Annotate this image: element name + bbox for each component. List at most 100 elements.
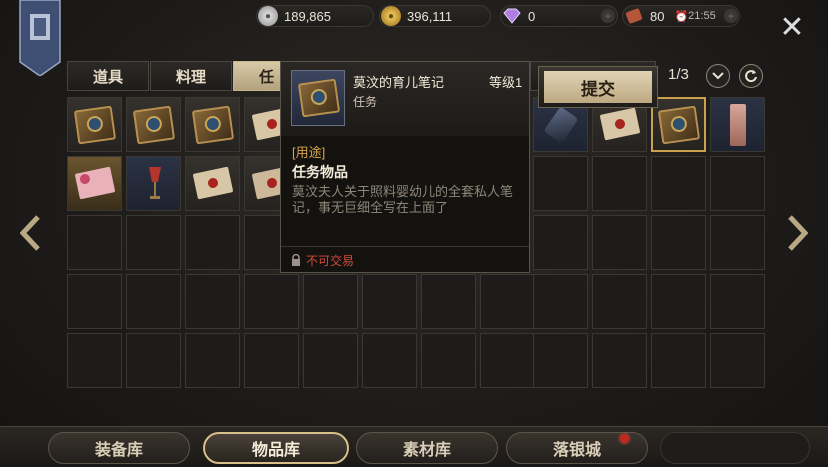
inventory-slot[interactable]	[480, 274, 535, 329]
tab-label: 道具	[92, 68, 123, 86]
bottom-tab-label: 素材库	[402, 442, 451, 459]
lock-icon	[292, 254, 300, 266]
inventory-slot[interactable]	[362, 333, 417, 388]
inventory-slot-selected[interactable]	[651, 97, 706, 152]
close-icon[interactable]: ✕	[778, 13, 806, 43]
item-type: 任务	[353, 95, 378, 109]
inventory-slot[interactable]	[533, 333, 588, 388]
bottom-tab-label: 物品库	[251, 442, 300, 459]
item-description: 莫汶夫人关于照料婴幼儿的全套私人笔记，事无巨细全写在上面了	[292, 184, 514, 215]
item-book-icon	[291, 70, 345, 126]
expand-button[interactable]	[706, 64, 730, 88]
item-name: 莫汶的育儿笔记	[353, 75, 445, 90]
book-icon	[73, 105, 117, 145]
inventory-slot[interactable]	[244, 333, 299, 388]
ticket-icon	[624, 6, 644, 26]
inventory-slot[interactable]	[67, 215, 122, 270]
inventory-slot[interactable]	[592, 333, 647, 388]
inventory-slot[interactable]	[421, 333, 476, 388]
inventory-slot[interactable]	[651, 215, 706, 270]
inventory-slot[interactable]	[710, 97, 765, 152]
love-letter-icon	[74, 166, 116, 200]
inventory-slot[interactable]	[533, 156, 588, 211]
inventory-slot[interactable]	[303, 274, 358, 329]
arrow-left-icon[interactable]	[20, 215, 40, 251]
sealed-letter-icon	[599, 107, 641, 141]
item-tooltip: 莫汶的育儿笔记 等级1 任务 [用途] 任务物品 莫汶夫人关于照料婴幼儿的全套私…	[280, 61, 530, 273]
inventory-slot[interactable]	[185, 215, 240, 270]
tab-cooking[interactable]: 料理	[150, 61, 232, 91]
inventory-slot[interactable]	[480, 333, 535, 388]
bottom-tab-placeholder	[660, 432, 810, 464]
tooltip-footer: 不可交易	[281, 246, 529, 273]
timer-value: 21:55	[688, 10, 716, 22]
inventory-slot[interactable]	[67, 97, 122, 152]
inventory-slot[interactable]	[126, 156, 181, 211]
inventory-slot[interactable]	[592, 156, 647, 211]
inventory-slot[interactable]	[421, 274, 476, 329]
tab-props[interactable]: 道具	[67, 61, 149, 91]
inventory-slot[interactable]	[185, 97, 240, 152]
page-indicator: 1/3	[668, 66, 689, 83]
submit-button[interactable]: 提交	[544, 71, 652, 103]
inventory-slot[interactable]	[710, 215, 765, 270]
book-icon	[132, 105, 176, 145]
vial-icon	[543, 106, 579, 144]
arrow-right-icon[interactable]	[788, 215, 808, 251]
inventory-slot[interactable]	[651, 333, 706, 388]
inventory-slot[interactable]	[651, 274, 706, 329]
gold-value: 396,111	[407, 8, 453, 24]
untradeable-label: 不可交易	[306, 254, 355, 268]
tab-label: 料理	[175, 68, 206, 86]
inventory-slot[interactable]	[710, 156, 765, 211]
inventory-slot[interactable]	[185, 274, 240, 329]
inventory-slot[interactable]	[592, 215, 647, 270]
clock-icon: ⏰	[674, 10, 689, 23]
diamond-value: 0	[528, 8, 536, 24]
inventory-slot[interactable]	[126, 97, 181, 152]
inventory-slot[interactable]	[67, 333, 122, 388]
inventory-slot[interactable]	[126, 274, 181, 329]
silver-value: 189,865	[284, 8, 331, 24]
gold-currency: ● 396,111	[379, 5, 491, 27]
inventory-slot[interactable]	[362, 274, 417, 329]
submit-button-frame: 提交	[538, 66, 658, 108]
ticket-value: 80	[650, 8, 665, 24]
goblet-icon	[149, 167, 161, 199]
add-diamond-button[interactable]: +	[601, 9, 615, 23]
inventory-slot[interactable]	[710, 333, 765, 388]
inventory-slot[interactable]	[303, 333, 358, 388]
talisman-icon	[730, 104, 746, 146]
inventory-slot[interactable]	[185, 156, 240, 211]
inventory-slot[interactable]	[651, 156, 706, 211]
refresh-icon	[745, 70, 757, 83]
sealed-letter-icon	[192, 166, 234, 200]
silver-coin-icon: ●	[258, 6, 278, 26]
tooltip-header: 莫汶的育儿笔记 等级1 任务	[281, 62, 529, 136]
add-ticket-button[interactable]: +	[724, 9, 738, 23]
inventory-slot[interactable]	[533, 274, 588, 329]
gold-coin-icon: ●	[381, 6, 401, 26]
inventory-slot[interactable]	[533, 215, 588, 270]
tab-quest[interactable]: 任	[233, 61, 281, 91]
silver-currency: ● 189,865	[256, 5, 374, 27]
bottom-tab-items[interactable]: 物品库	[203, 432, 349, 464]
bottom-tab-label: 装备库	[94, 442, 143, 459]
inventory-slot[interactable]	[244, 274, 299, 329]
tab-label: 任	[259, 68, 275, 86]
diamond-icon	[502, 6, 522, 26]
item-category: 任务物品	[292, 164, 348, 180]
bottom-tab-equipment[interactable]: 装备库	[48, 432, 190, 464]
bottom-tab-materials[interactable]: 素材库	[356, 432, 498, 464]
inventory-slot[interactable]	[67, 156, 122, 211]
inventory-slot[interactable]	[710, 274, 765, 329]
item-level: 等级1	[489, 75, 523, 90]
inventory-slot[interactable]	[185, 333, 240, 388]
book-icon	[657, 105, 701, 145]
inventory-slot[interactable]	[592, 274, 647, 329]
inventory-slot[interactable]	[126, 215, 181, 270]
sort-button[interactable]	[739, 64, 763, 88]
guild-banner-icon[interactable]	[18, 0, 62, 76]
inventory-slot[interactable]	[67, 274, 122, 329]
inventory-slot[interactable]	[126, 333, 181, 388]
